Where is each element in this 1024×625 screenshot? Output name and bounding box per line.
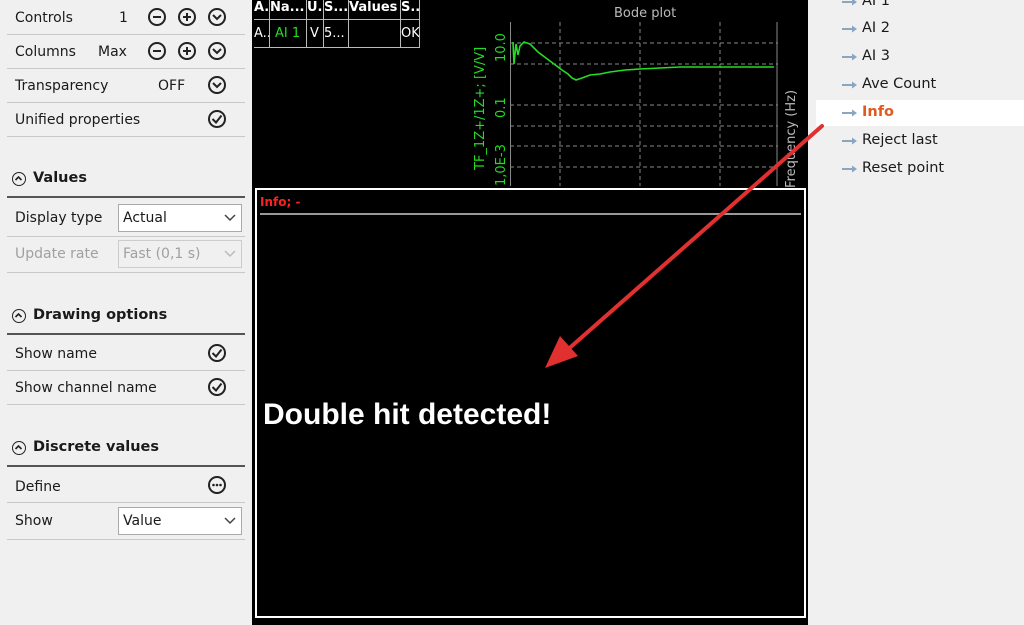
- list-item[interactable]: AI 2: [816, 16, 1024, 42]
- arrow-right-icon: [842, 53, 857, 61]
- plus-icon[interactable]: [178, 42, 196, 60]
- checkmark-icon[interactable]: [208, 344, 226, 362]
- bode-y-tick: 10.0: [494, 33, 509, 62]
- list-item[interactable]: Reset point: [816, 156, 1024, 182]
- chevron-down-icon: [224, 250, 236, 258]
- list-item-selected[interactable]: Info: [816, 100, 1024, 126]
- bode-plot-title: Bode plot: [614, 6, 677, 21]
- define-label: Define: [15, 479, 61, 495]
- table-cell[interactable]: AI 1: [270, 20, 307, 48]
- bode-x-axis-label: Frequency (Hz): [784, 89, 799, 188]
- define-row: Define: [7, 472, 245, 503]
- list-item[interactable]: AI 1: [816, 0, 1024, 15]
- arrow-right-icon: [842, 0, 857, 6]
- more-options-icon[interactable]: [208, 476, 226, 494]
- table-header[interactable]: Na...: [270, 0, 307, 20]
- arrow-right-icon: [842, 137, 857, 145]
- next-display-strip: [255, 619, 806, 625]
- values-section-title: Values: [33, 170, 87, 186]
- chevron-down-icon[interactable]: [208, 8, 226, 26]
- chevron-down-icon: [224, 517, 236, 525]
- drawing-options-section-header[interactable]: Drawing options: [7, 307, 245, 335]
- table-cell[interactable]: V: [307, 20, 324, 48]
- table-header[interactable]: S..: [401, 0, 420, 20]
- show-value: Value: [123, 513, 162, 529]
- controls-value: 1: [119, 10, 128, 26]
- display-type-value: Actual: [123, 210, 167, 226]
- table-header[interactable]: A..: [254, 0, 270, 20]
- channel-table[interactable]: A.. Na... U.. S... Values S.. A.. AI 1 V…: [254, 0, 420, 48]
- checkmark-icon[interactable]: [208, 110, 226, 128]
- columns-row: Columns Max: [7, 38, 245, 69]
- table-header[interactable]: Values: [349, 0, 401, 20]
- bode-plot-area[interactable]: [510, 20, 778, 188]
- table-header[interactable]: U..: [307, 0, 324, 20]
- arrow-right-icon: [842, 81, 857, 89]
- table-cell[interactable]: OK: [401, 20, 420, 48]
- arrow-right-icon: [842, 165, 857, 173]
- columns-value: Max: [98, 44, 127, 60]
- values-section-header[interactable]: Values: [7, 170, 245, 198]
- show-channel-name-label: Show channel name: [15, 380, 157, 396]
- unified-properties-label: Unified properties: [15, 112, 141, 128]
- show-row: Show Value: [7, 505, 245, 540]
- show-channel-name-row: Show channel name: [7, 374, 245, 405]
- display-type-select[interactable]: Actual: [118, 204, 242, 232]
- collapse-icon[interactable]: [12, 172, 26, 186]
- drawing-options-section-title: Drawing options: [33, 307, 168, 323]
- chevron-down-icon[interactable]: [208, 42, 226, 60]
- update-rate-row: Update rate Fast (0,1 s): [7, 238, 245, 273]
- update-rate-label: Update rate: [15, 246, 99, 262]
- chevron-down-icon: [224, 214, 236, 222]
- display-type-row: Display type Actual: [7, 202, 245, 237]
- unified-properties-row: Unified properties: [7, 106, 245, 137]
- chevron-down-icon[interactable]: [208, 76, 226, 94]
- discrete-values-section-header[interactable]: Discrete values: [7, 439, 245, 467]
- bode-y-axis-label: TF_1Z+/1Z+; [V/V]: [473, 46, 488, 170]
- info-display[interactable]: Info; - Double hit detected!: [255, 188, 806, 618]
- transparency-row: Transparency OFF: [7, 72, 245, 103]
- transparency-label: Transparency: [15, 78, 109, 94]
- checkmark-icon[interactable]: [208, 378, 226, 396]
- plus-icon[interactable]: [178, 8, 196, 26]
- table-header[interactable]: S...: [324, 0, 349, 20]
- minus-icon[interactable]: [148, 42, 166, 60]
- channel-list: AI 1 AI 2 AI 3 Ave Count Info Reject las…: [808, 0, 1024, 625]
- list-item[interactable]: Reject last: [816, 128, 1024, 154]
- discrete-values-section-title: Discrete values: [33, 439, 160, 455]
- controls-label: Controls: [15, 10, 73, 26]
- show-name-row: Show name: [7, 340, 245, 371]
- controls-row: Controls 1: [7, 4, 245, 35]
- display-type-label: Display type: [15, 210, 103, 226]
- table-cell[interactable]: [349, 20, 401, 48]
- bode-y-tick: 0.1: [494, 97, 509, 118]
- arrow-right-icon: [842, 109, 857, 117]
- table-cell[interactable]: 5...: [324, 20, 349, 48]
- properties-panel: Controls 1 Columns Max Transparency OFF: [0, 0, 252, 625]
- update-rate-value: Fast (0,1 s): [123, 246, 201, 262]
- info-label: Info; -: [260, 195, 301, 209]
- bode-y-tick: 1,0E-3: [494, 144, 509, 186]
- list-item[interactable]: AI 3: [816, 44, 1024, 70]
- transparency-value: OFF: [158, 78, 186, 94]
- collapse-icon[interactable]: [12, 441, 26, 455]
- show-name-label: Show name: [15, 346, 97, 362]
- double-hit-message: Double hit detected!: [263, 398, 552, 431]
- show-select[interactable]: Value: [118, 507, 242, 535]
- info-divider: [260, 213, 801, 215]
- list-item[interactable]: Ave Count: [816, 72, 1024, 98]
- update-rate-select[interactable]: Fast (0,1 s): [118, 240, 242, 268]
- arrow-right-icon: [842, 25, 857, 33]
- minus-icon[interactable]: [148, 8, 166, 26]
- table-cell[interactable]: A..: [254, 20, 270, 48]
- show-label: Show: [15, 513, 53, 529]
- collapse-icon[interactable]: [12, 309, 26, 323]
- columns-label: Columns: [15, 44, 76, 60]
